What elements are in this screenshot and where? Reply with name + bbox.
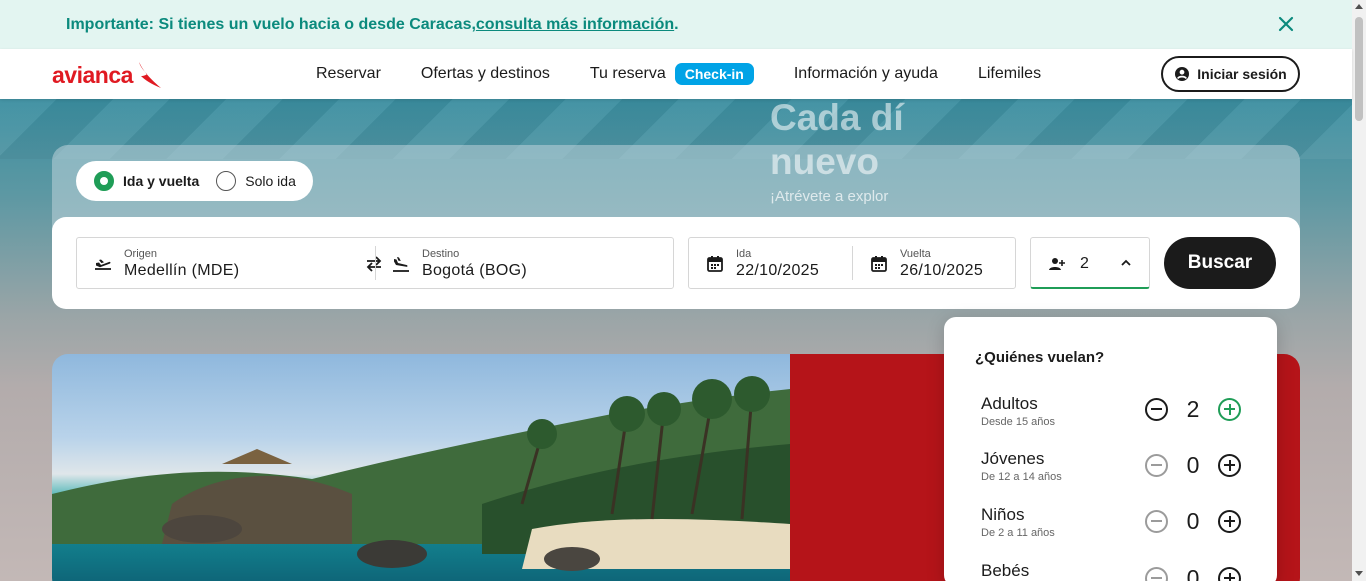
dropdown-title: ¿Quiénes vuelan? <box>975 349 1105 366</box>
plus-icon[interactable] <box>1218 509 1241 533</box>
departure-plane-icon <box>93 254 113 274</box>
promo-title-line2: nuevo <box>770 141 879 182</box>
site-header: avianca Reservar Ofertas y destinos Tu r… <box>0 49 1352 99</box>
nav-ofertas[interactable]: Ofertas y destinos <box>421 65 550 83</box>
adults-stepper: 2 <box>1145 396 1241 422</box>
login-button[interactable]: Iniciar sesión <box>1161 56 1300 92</box>
children-count: 0 <box>1186 507 1200 534</box>
nav-tu-reserva-label: Tu reserva <box>589 65 666 82</box>
plus-icon[interactable] <box>1218 453 1241 477</box>
route-divider <box>375 246 376 280</box>
scroll-up-arrow-icon[interactable] <box>1355 4 1363 9</box>
minus-icon[interactable] <box>1145 397 1168 421</box>
return-date-field[interactable]: Vuelta 26/10/2025 <box>869 238 983 290</box>
promo-title-line1: Cada dí <box>770 97 904 138</box>
passenger-dropdown: ¿Quiénes vuelan? Adultos Desde 15 años 2… <box>944 317 1277 581</box>
trip-oneway-label: Solo ida <box>245 173 296 189</box>
add-person-icon <box>1047 254 1067 274</box>
depart-date-field[interactable]: Ida 22/10/2025 <box>705 238 819 290</box>
date-field-group: Ida 22/10/2025 Vuelta 26/10/2025 <box>688 237 1016 289</box>
minus-icon[interactable] <box>1145 509 1168 533</box>
destination-value: Bogotá (BOG) <box>422 261 527 279</box>
return-label: Vuelta <box>900 247 931 260</box>
alert-text: Importante: Si tienes un vuelo hacia o d… <box>66 15 476 33</box>
origin-field[interactable]: Origen Medellín (MDE) <box>93 238 239 290</box>
origin-value: Medellín (MDE) <box>124 261 240 279</box>
beach-photo <box>52 354 790 581</box>
date-divider <box>852 246 853 280</box>
trip-type-selector: Ida y vuelta Solo ida <box>76 161 313 201</box>
passenger-summary: 2 <box>1047 238 1089 290</box>
plus-icon[interactable] <box>1218 566 1241 581</box>
calendar-icon <box>869 254 889 274</box>
nav-lifemiles[interactable]: Lifemiles <box>978 65 1041 83</box>
checkin-badge[interactable]: Check-in <box>674 63 754 85</box>
avianca-logo[interactable]: avianca <box>52 59 172 91</box>
logo-bird-icon <box>138 62 161 88</box>
page-scrollbar[interactable] <box>1352 0 1366 581</box>
children-stepper: 0 <box>1145 508 1241 534</box>
search-button[interactable]: Buscar <box>1164 237 1276 289</box>
passenger-field[interactable]: 2 <box>1030 237 1150 289</box>
infants-stepper: 0 <box>1145 565 1241 581</box>
nav-informacion[interactable]: Información y ayuda <box>794 65 938 83</box>
beach-illustration <box>52 376 790 571</box>
passenger-row-youths: Jóvenes De 12 a 14 años 0 <box>981 448 1241 490</box>
logo-wordmark: avianca <box>52 61 133 88</box>
promo-subtitle: ¡Atrévete a explor <box>770 188 889 205</box>
trip-roundtrip-label: Ida y vuelta <box>123 173 200 189</box>
depart-label: Ida <box>736 247 752 260</box>
login-label: Iniciar sesión <box>1197 66 1287 82</box>
scroll-thumb[interactable] <box>1355 17 1363 121</box>
radio-oneway[interactable] <box>216 171 237 191</box>
alert-link[interactable]: consulta más información <box>476 16 674 34</box>
alert-suffix: . <box>674 15 679 33</box>
depart-value: 22/10/2025 <box>736 261 820 279</box>
swap-icon[interactable] <box>363 253 385 275</box>
origin-label: Origen <box>124 247 158 260</box>
passenger-row-children: Niños De 2 a 11 años 0 <box>981 504 1241 546</box>
nav-reservar[interactable]: Reservar <box>316 65 381 83</box>
adults-count: 2 <box>1186 395 1200 422</box>
user-icon <box>1175 67 1190 81</box>
trip-oneway-option[interactable]: Solo ida <box>216 171 296 191</box>
close-icon[interactable] <box>1276 14 1296 34</box>
passenger-row-infants: Bebés 0 <box>981 560 1241 581</box>
chevron-up-icon[interactable] <box>1119 256 1133 270</box>
alert-banner: Importante: Si tienes un vuelo hacia o d… <box>0 0 1352 49</box>
main-nav: Reservar Ofertas y destinos Tu reserva C… <box>316 49 1081 99</box>
minus-icon[interactable] <box>1145 453 1168 477</box>
trip-roundtrip-option[interactable]: Ida y vuelta <box>94 171 199 191</box>
plus-icon[interactable] <box>1218 397 1241 421</box>
destination-field[interactable]: Destino Bogotá (BOG) <box>391 238 527 290</box>
radio-roundtrip[interactable] <box>94 171 114 191</box>
promo-title: Cada dí nuevo <box>770 96 904 184</box>
arrival-plane-icon <box>391 254 411 274</box>
route-field-group: Origen Medellín (MDE) Destino Bogotá (BO… <box>76 237 674 289</box>
minus-icon[interactable] <box>1145 566 1168 581</box>
destination-label: Destino <box>422 247 460 260</box>
return-value: 26/10/2025 <box>900 261 984 279</box>
infants-count: 0 <box>1186 564 1200 581</box>
youths-stepper: 0 <box>1145 452 1241 478</box>
passenger-count: 2 <box>1080 255 1089 272</box>
youths-count: 0 <box>1186 451 1200 478</box>
scroll-down-arrow-icon[interactable] <box>1355 571 1363 576</box>
calendar-icon <box>705 254 725 274</box>
passenger-row-adults: Adultos Desde 15 años 2 <box>981 393 1241 435</box>
nav-tu-reserva[interactable]: Tu reserva Check-in <box>590 63 754 85</box>
